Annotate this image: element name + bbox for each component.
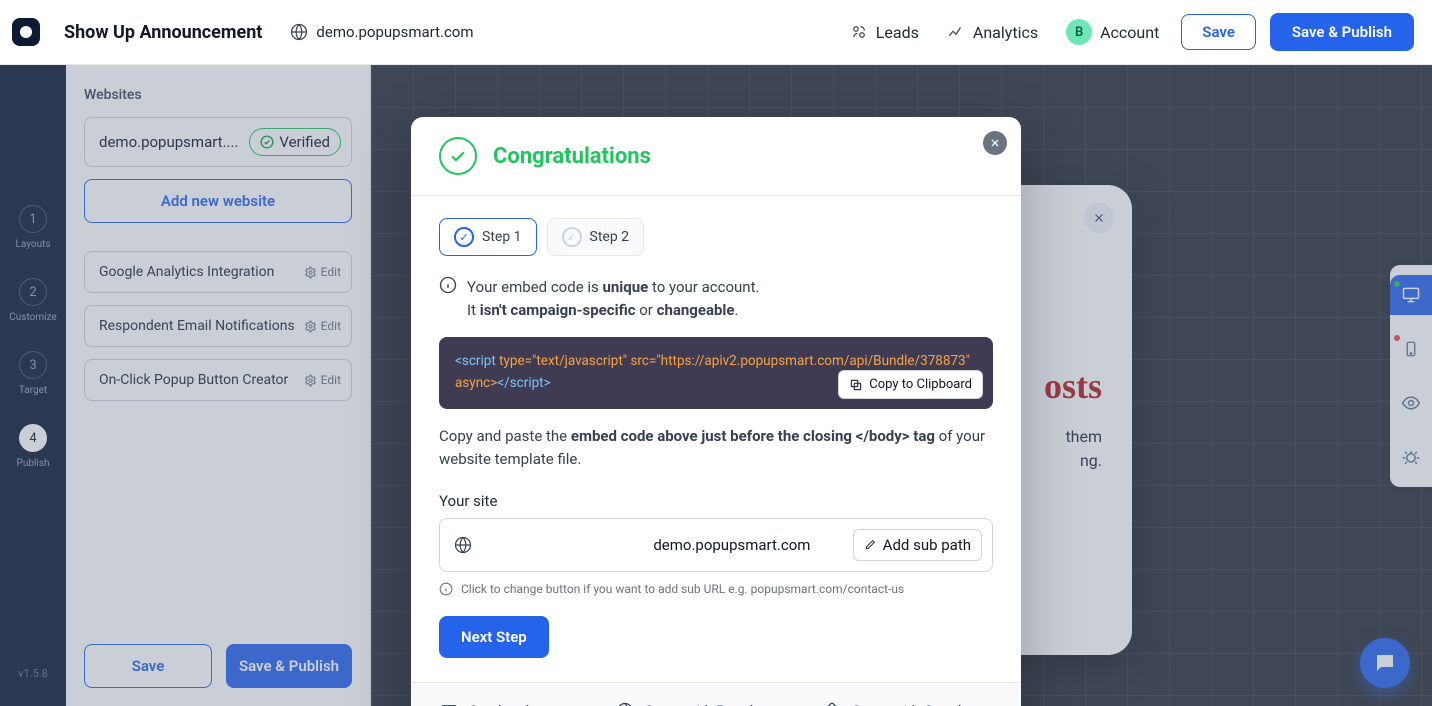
mail-icon [439, 701, 459, 706]
modal-footer: Send code to your developer Setup with P… [411, 682, 1021, 706]
gtm-icon [822, 701, 842, 706]
nav-account-label: Account [1100, 23, 1159, 42]
nav-leads-label: Leads [876, 23, 919, 42]
your-site-label: Your site [439, 492, 993, 510]
header-save-publish-button[interactable]: Save & Publish [1270, 13, 1414, 51]
nav-leads[interactable]: Leads [850, 23, 919, 42]
text: to your account. [648, 278, 759, 296]
nav-account[interactable]: B Account [1066, 19, 1159, 45]
close-icon [989, 137, 1001, 149]
copy-icon [849, 378, 863, 392]
footer-cms-services[interactable]: Setup with Popular CMS Services↗ [615, 701, 792, 706]
info-icon [439, 276, 457, 323]
topbar: Show Up Announcement demo.popupsmart.com… [0, 0, 1432, 65]
text: It [467, 301, 480, 319]
globe-icon [454, 536, 641, 554]
modal-title: Congratulations [493, 144, 651, 169]
sub-path-hint: Click to change button if you want to ad… [439, 582, 993, 596]
analytics-icon [947, 23, 965, 41]
text-bold: changeable [657, 301, 735, 319]
embed-code[interactable]: <script type="text/javascript" src="http… [439, 337, 993, 410]
modal-body: ✓ Step 1 ✓ Step 2 Your embed code is uni… [411, 196, 1021, 682]
globe-icon [615, 701, 635, 706]
info-icon [439, 582, 453, 596]
body: 1 Layouts 2 Customize 3 Target 4 Publish… [0, 65, 1432, 706]
footer-send-developer[interactable]: Send code to your developer [439, 701, 585, 706]
embed-info: Your embed code is unique to your accoun… [439, 276, 993, 323]
text: . [734, 301, 738, 319]
add-sub-path-button[interactable]: Add sub path [853, 529, 982, 561]
button-label: Add sub path [883, 536, 971, 554]
nav-analytics[interactable]: Analytics [947, 23, 1038, 42]
copy-to-clipboard-button[interactable]: Copy to Clipboard [838, 370, 983, 399]
leads-icon [850, 23, 868, 41]
pencil-icon [864, 538, 877, 551]
check-circle-icon [439, 137, 477, 175]
nav-analytics-label: Analytics [973, 23, 1038, 42]
step-1-tab[interactable]: ✓ Step 1 [439, 218, 537, 256]
code-tag-open: <script [455, 353, 499, 369]
avatar: B [1066, 19, 1092, 45]
congratulations-modal: Congratulations ✓ Step 1 ✓ Step 2 [411, 117, 1021, 706]
modal-close-button[interactable] [983, 131, 1007, 155]
step-2-tab[interactable]: ✓ Step 2 [547, 218, 645, 256]
step-label: Step 2 [590, 229, 630, 245]
globe-icon [290, 23, 308, 41]
step-tabs: ✓ Step 1 ✓ Step 2 [439, 218, 993, 256]
modal-header: Congratulations [411, 117, 1021, 196]
logo [12, 18, 40, 46]
header-site[interactable]: demo.popupsmart.com [290, 23, 473, 41]
hint-text: Click to change button if you want to ad… [461, 582, 904, 596]
next-step-button[interactable]: Next Step [439, 616, 549, 658]
step-label: Step 1 [482, 229, 522, 245]
check-icon: ✓ [454, 227, 474, 247]
footer-label: Setup with Popular CMS Services [645, 703, 766, 706]
your-site-field[interactable]: demo.popupsmart.com Add sub path [439, 518, 993, 572]
check-icon: ✓ [562, 227, 582, 247]
footer-google-tag-manager[interactable]: Setup with Google Tag Manager↗ [822, 701, 993, 706]
page-title: Show Up Announcement [64, 22, 262, 43]
text-bold: unique [602, 278, 648, 296]
footer-label: Setup with Google Tag Manager [852, 703, 969, 706]
text: Your embed code is [467, 278, 602, 296]
header-save-button[interactable]: Save [1181, 14, 1256, 50]
footer-label: Send code to your developer [469, 701, 585, 706]
text-bold: isn't campaign-specific [480, 301, 636, 319]
code-tag-close: </script> [497, 375, 550, 391]
your-site-value: demo.popupsmart.com [653, 536, 840, 554]
copy-label: Copy to Clipboard [869, 377, 972, 392]
text: or [636, 301, 657, 319]
header-site-text: demo.popupsmart.com [316, 23, 473, 41]
paste-instruction: Copy and paste the embed code above just… [439, 425, 993, 472]
